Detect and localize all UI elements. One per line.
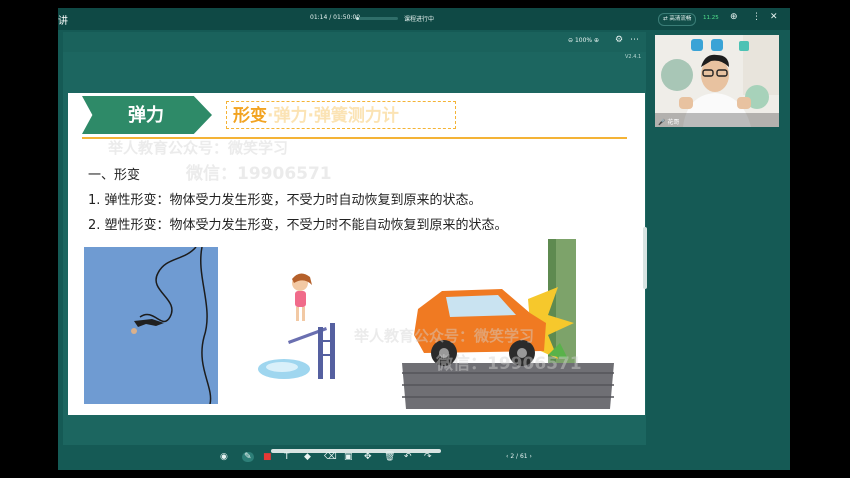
- slide-toolbar: ⊖ 100% ⊕ ⚙ ⋯: [63, 32, 646, 52]
- close-icon[interactable]: ✕: [770, 12, 778, 22]
- network-badge: 11.25: [703, 15, 719, 21]
- version-label: V2.4.1: [625, 54, 642, 60]
- next-page-icon[interactable]: ›: [530, 453, 532, 460]
- quality-label: 高清流畅: [669, 16, 692, 22]
- image-icon[interactable]: ▣: [344, 452, 353, 462]
- bottom-toolbar: ◉ ✎ ■ T ◆ ⌫ ▣ ✥ 🗑 ↶ ↷ ‹ 2 / 61 ›: [58, 446, 790, 470]
- classroom-app: 讲 01:14 / 01:50:00 课程进行中 ⇄ 高清流畅 11.25 ⊕ …: [58, 8, 790, 470]
- color-swatch-icon[interactable]: ■: [263, 452, 272, 462]
- slide-canvas: 弹力 形变·弹力·弹簧测力计 举人教育公众号：微笑学习 微信：19906571 …: [68, 93, 645, 415]
- diving-board-image: [258, 273, 335, 379]
- watermark: 微信：19906571: [186, 164, 332, 184]
- zoom-level: 100%: [574, 37, 593, 44]
- prev-page-icon[interactable]: ‹: [506, 453, 508, 460]
- section-heading: 一、形变: [88, 168, 141, 183]
- move-icon[interactable]: ✥: [364, 452, 372, 462]
- quality-button[interactable]: ⇄ 高清流畅: [658, 13, 697, 26]
- zoom-control[interactable]: ⊖ 100% ⊕: [568, 37, 599, 44]
- delete-icon[interactable]: 🗑: [384, 452, 395, 462]
- text-icon[interactable]: T: [284, 452, 290, 462]
- shape-icon[interactable]: ◆: [304, 452, 311, 462]
- car-crash-image: [402, 239, 614, 409]
- page-indicator: ‹ 2 / 61 ›: [506, 453, 532, 460]
- zoom-icon[interactable]: ⊕: [730, 12, 738, 22]
- undo-icon[interactable]: ↶: [404, 452, 412, 462]
- watermark: 微信：19906571: [436, 354, 582, 374]
- teacher-name: 🎤 花哥: [658, 119, 680, 126]
- pen-icon[interactable]: ✎: [242, 452, 254, 462]
- redo-icon[interactable]: ↷: [424, 452, 432, 462]
- playback-progress[interactable]: [356, 17, 398, 20]
- watermark: 举人教育公众号：微笑学习: [108, 139, 289, 157]
- topic-box: 形变·弹力·弹簧测力计: [226, 101, 456, 129]
- page-number: 2 / 61: [510, 453, 528, 460]
- settings-icon[interactable]: ⚙: [615, 35, 623, 45]
- top-bar: 讲 01:14 / 01:50:00 课程进行中 ⇄ 高清流畅 11.25 ⊕ …: [58, 8, 790, 30]
- more-icon[interactable]: ⋯: [630, 35, 639, 45]
- teacher-video-frame: [655, 35, 779, 127]
- teacher-name-text: 花哥: [667, 119, 680, 126]
- more-vertical-icon[interactable]: ⋮: [752, 12, 761, 22]
- record-icon[interactable]: ◉: [220, 452, 228, 462]
- app-label: 讲: [58, 16, 68, 27]
- slide-window: ⊖ 100% ⊕ ⚙ ⋯ V2.4.1 弹力 形变·弹力·弹簧测力计 举人教育公…: [63, 32, 647, 453]
- eraser-icon[interactable]: ⌫: [324, 452, 337, 462]
- teacher-video: 🎤 花哥: [655, 35, 779, 127]
- definition-plastic: 2. 塑性形变：物体受力发生形变，不受力时不能自动恢复到原来的状态。: [88, 218, 508, 233]
- playback-time: 01:14 / 01:50:00: [310, 14, 361, 21]
- class-status: 课程进行中: [404, 16, 435, 23]
- definition-elastic: 1. 弹性形变：物体受力发生形变，不受力时自动恢复到原来的状态。: [88, 193, 482, 208]
- topic-rest: ·弹力·弹簧测力计: [267, 106, 399, 126]
- slide-title: 弹力: [128, 105, 164, 126]
- topic-current: 形变: [233, 106, 267, 126]
- vertical-scrollbar[interactable]: [643, 227, 647, 289]
- playback-progress-fill: [356, 17, 359, 20]
- watermark: 举人教育公众号：微笑学习: [354, 327, 535, 345]
- bungee-jump-image: [84, 247, 218, 404]
